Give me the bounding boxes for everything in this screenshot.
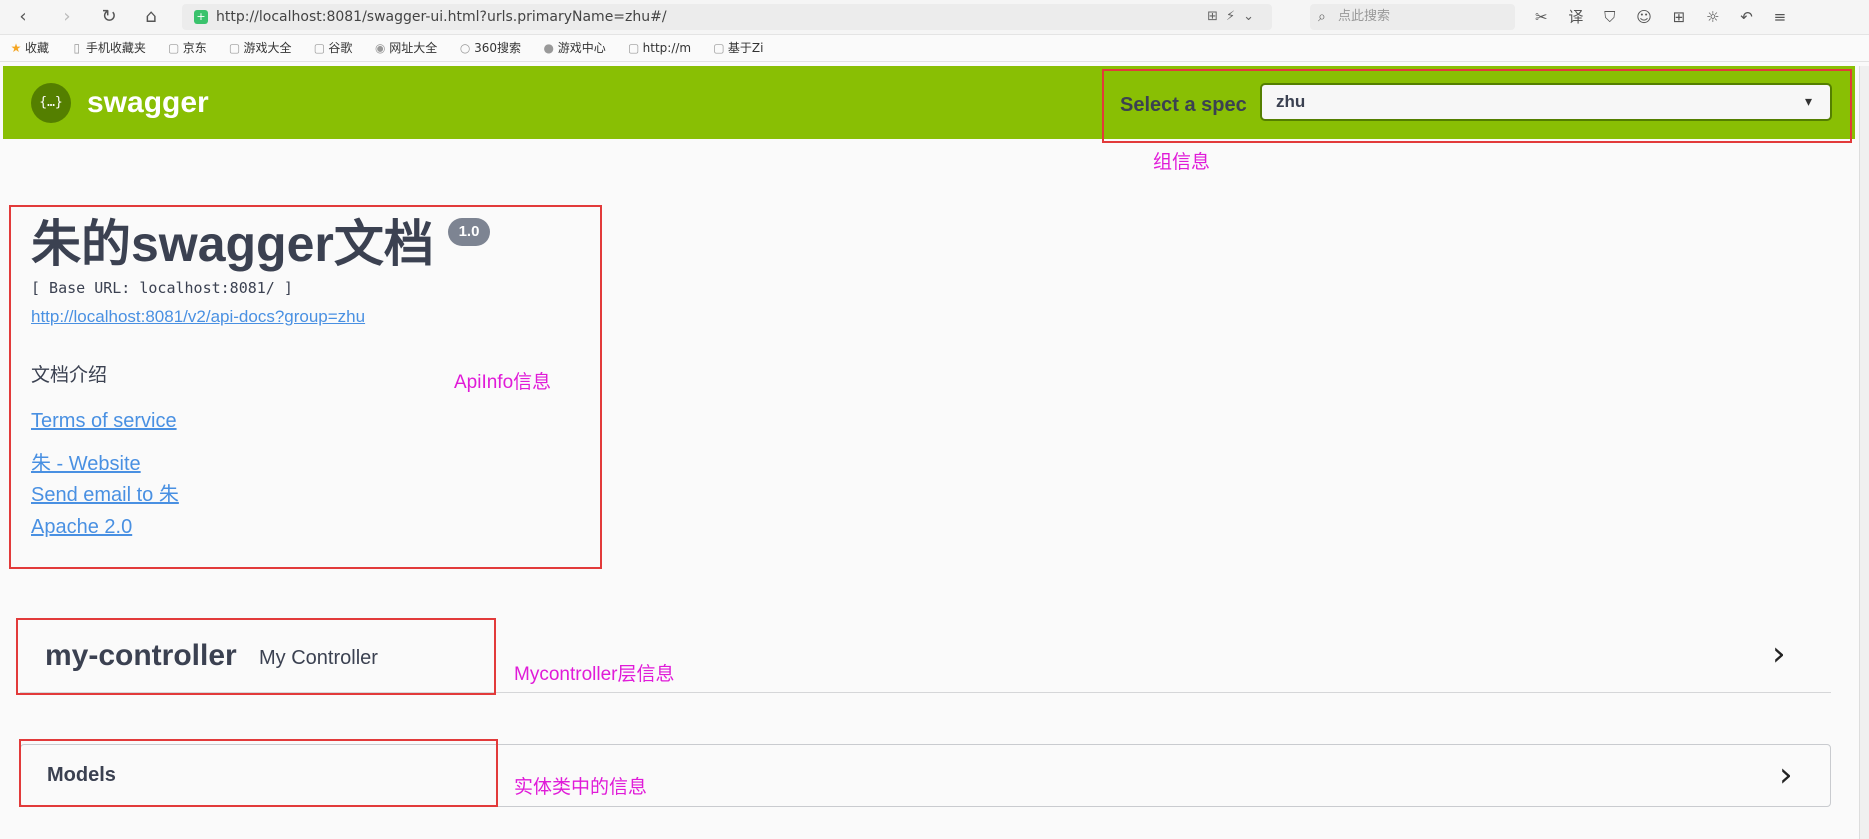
bookmark-item[interactable]: ▢ 谷歌 [313, 35, 353, 61]
bookmark-item[interactable]: ▢ http://m [628, 35, 691, 61]
apps-grid-icon[interactable]: ⊞ [1673, 6, 1686, 28]
bookmark-item[interactable]: ● 游戏中心 [543, 35, 606, 61]
back-icon[interactable]: ‹ [12, 6, 34, 28]
undo-icon[interactable]: ↶ [1740, 6, 1753, 28]
menu-icon[interactable]: ≡ [1774, 6, 1787, 28]
bookmark-item[interactable]: ▢ 游戏大全 [229, 35, 292, 61]
scissors-icon[interactable]: ✂ [1535, 6, 1548, 28]
gamepad-icon[interactable]: ☺ [1636, 6, 1652, 28]
annotation-box-entity [19, 739, 498, 807]
bookmark-item[interactable]: ▢ 京东 [168, 35, 207, 61]
bookmark-item[interactable]: ▯ 手机收藏夹 [71, 35, 146, 61]
page-icon: ▢ [168, 41, 180, 55]
annotation-group-label: 组信息 [1153, 152, 1211, 173]
swagger-title[interactable]: swagger [87, 83, 209, 123]
page-icon: ▢ [313, 41, 326, 55]
circle-icon: ○ [459, 41, 471, 55]
browser-extension-icons: ✂ 译 ⛉ ☺ ⊞ ☼ ↶ ≡ [1535, 6, 1802, 28]
secure-shield-icon: + [194, 10, 208, 24]
phone-icon: ▯ [73, 41, 81, 55]
bookmark-item[interactable]: ◉ 网址大全 [374, 35, 437, 61]
page-icon: ▢ [228, 41, 241, 55]
annotation-entity-label: 实体类中的信息 [514, 777, 648, 798]
globe-icon: ◉ [374, 41, 386, 55]
url-text[interactable]: http://localhost:8081/swagger-ui.html?ur… [216, 4, 667, 30]
forward-icon[interactable]: › [56, 6, 78, 28]
reload-icon[interactable]: ↻ [98, 6, 120, 28]
search-placeholder: 点此搜索 [1338, 9, 1391, 24]
bookmark-item[interactable]: ▢ 基于Zi [713, 35, 763, 61]
browser-toolbar: ‹ › ↻ ⌂ + http://localhost:8081/swagger-… [0, 0, 1869, 35]
home-icon[interactable]: ⌂ [140, 6, 162, 28]
browser-search-input[interactable]: ⌕ 点此搜索 [1310, 4, 1515, 30]
translate-icon[interactable]: 译 [1568, 6, 1583, 28]
swagger-logo-icon[interactable]: {…} [31, 83, 71, 123]
annotation-box-controller [16, 618, 496, 695]
shield-icon[interactable]: ⛉ [1604, 6, 1615, 28]
page-icon: ▢ [627, 41, 640, 55]
star-icon: ★ [10, 41, 22, 55]
expand-arrow-icon[interactable]: › [1779, 755, 1793, 795]
expand-arrow-icon[interactable]: › [1772, 634, 1786, 674]
brightness-icon[interactable]: ☼ [1706, 6, 1719, 28]
search-icon: ⌕ [1318, 9, 1326, 25]
bookmarks-bar: ★ 收藏 ▯ 手机收藏夹 ▢ 京东 ▢ 游戏大全 ▢ 谷歌 ◉ 网址大全 ○ 360搜索 ● 游… [0, 35, 1869, 62]
annotation-controller-label: Mycontroller层信息 [514, 664, 675, 685]
address-bar[interactable]: + http://localhost:8081/swagger-ui.html?… [182, 4, 1272, 30]
page-icon: ▢ [713, 41, 725, 55]
bookmark-item[interactable]: ★ 收藏 [10, 35, 49, 61]
annotation-box-group [1102, 69, 1852, 143]
bookmark-item[interactable]: ○ 360搜索 [459, 35, 521, 61]
address-tools-icons[interactable]: ⊞⚡⌄ [1207, 4, 1262, 30]
game-icon: ● [543, 41, 555, 55]
scrollbar[interactable] [1859, 66, 1869, 839]
annotation-apiinfo-label: ApiInfo信息 [454, 372, 552, 393]
